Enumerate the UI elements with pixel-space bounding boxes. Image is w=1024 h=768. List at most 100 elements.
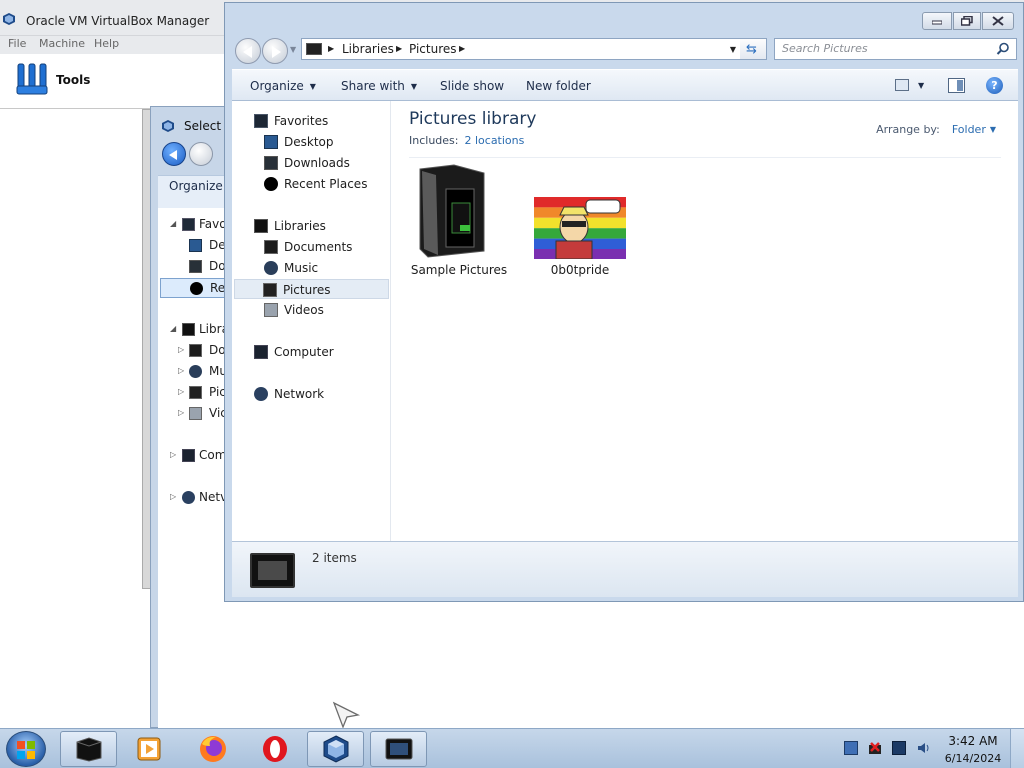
minimize-button[interactable] <box>922 12 952 30</box>
clock-time[interactable]: 3:42 AM <box>946 734 1000 748</box>
pictures-explorer-window: ▼ ▶ Libraries ▶ Pictures ▶ ▼ ⇆ Search Pi… <box>224 2 1024 602</box>
restore-button[interactable] <box>953 12 981 30</box>
videos-icon <box>189 407 202 420</box>
opera-icon <box>262 736 287 762</box>
taskbar-media-player[interactable] <box>120 731 177 767</box>
nav-desktop[interactable]: Desktop <box>234 132 389 152</box>
nav-libraries[interactable]: Libraries <box>234 216 389 236</box>
address-dropdown-icon[interactable]: ▼ <box>730 45 736 54</box>
file-name: 0b0tpride <box>550 263 610 277</box>
music-icon <box>264 261 278 275</box>
organize-button[interactable]: Organize ▼ <box>250 79 316 93</box>
videos-icon <box>264 303 278 317</box>
share-with-button[interactable]: Share with ▼ <box>341 79 417 93</box>
arrange-by-dropdown[interactable]: Folder <box>952 123 986 136</box>
breadcrumb-separator-icon[interactable]: ▶ <box>328 44 334 53</box>
tree-item-label: Netv <box>199 490 228 504</box>
taskbar: 3:42 AM 6/14/2024 <box>0 728 1024 768</box>
breadcrumb-pictures[interactable]: Pictures <box>409 42 457 56</box>
breadcrumb-separator-icon[interactable]: ▶ <box>459 44 465 53</box>
nav-label: Favorites <box>274 114 329 128</box>
nav-pictures[interactable]: Pictures <box>234 279 389 299</box>
nav-recent-places[interactable]: Recent Places <box>234 174 389 194</box>
share-with-label: Share with <box>341 79 405 93</box>
file-list-area[interactable]: Pictures library Includes: 2 locations Ar… <box>391 101 1018 541</box>
menu-help[interactable]: Help <box>94 37 119 50</box>
details-pane: 2 items <box>232 541 1018 597</box>
nav-computer[interactable]: Computer <box>234 342 389 362</box>
clock-date[interactable]: 6/14/2024 <box>940 752 1006 765</box>
nav-favorites[interactable]: Favorites <box>234 111 389 131</box>
menu-machine[interactable]: Machine <box>39 37 85 50</box>
back-button[interactable] <box>162 142 186 166</box>
start-button[interactable] <box>6 731 46 767</box>
vbox-tools-item[interactable]: Tools <box>0 54 225 109</box>
nav-documents[interactable]: Documents <box>234 237 389 257</box>
image-thumbnail-icon <box>534 197 626 259</box>
search-icon[interactable] <box>996 42 1010 56</box>
music-icon <box>189 365 202 378</box>
back-button[interactable] <box>235 38 261 64</box>
expand-arrow-icon[interactable]: ▷ <box>170 492 176 501</box>
search-placeholder: Search Pictures <box>782 42 868 55</box>
recent-pages-icon[interactable]: ▼ <box>290 45 296 54</box>
close-icon <box>992 16 1004 26</box>
tree-item-label: Com <box>199 448 227 462</box>
expand-arrow-icon[interactable]: ▷ <box>178 366 184 375</box>
locations-link[interactable]: 2 locations <box>464 134 524 147</box>
help-icon[interactable]: ? <box>986 77 1003 94</box>
nav-network[interactable]: Network <box>234 384 389 404</box>
expand-arrow-icon[interactable]: ▷ <box>178 408 184 417</box>
preview-pane-icon[interactable] <box>948 78 965 93</box>
taskbar-virtualbox[interactable] <box>307 731 364 767</box>
taskbar-firefox[interactable] <box>184 731 241 767</box>
refresh-button[interactable]: ⇆ <box>740 38 767 60</box>
collapse-arrow-icon[interactable]: ◢ <box>170 219 176 228</box>
breadcrumb-libraries[interactable]: Libraries <box>342 42 394 56</box>
computer-icon <box>254 345 268 359</box>
dropdown-arrow-icon: ▼ <box>309 82 316 91</box>
volume-icon[interactable] <box>916 741 930 755</box>
file-item-0b0tpride[interactable]: 0b0tpride <box>525 163 635 283</box>
tree-item-label: Re <box>210 281 226 295</box>
pictures-icon <box>263 283 277 297</box>
display-icon[interactable] <box>892 741 906 755</box>
navigation-pane: Favorites Desktop Downloads Recent Place… <box>232 101 391 541</box>
address-bar[interactable]: ▶ Libraries ▶ Pictures ▶ ▼ <box>301 38 741 60</box>
organize-label: Organize <box>250 79 304 93</box>
expand-arrow-icon[interactable]: ▷ <box>170 450 176 459</box>
taskbar-explorer[interactable] <box>60 731 117 767</box>
show-desktop-button[interactable] <box>1010 729 1024 768</box>
forward-button[interactable] <box>189 142 213 166</box>
tree-item-label: Favo <box>199 217 227 231</box>
change-view-icon[interactable] <box>895 79 909 91</box>
dropdown-arrow-icon[interactable]: ▼ <box>990 125 996 134</box>
taskbar-opera[interactable] <box>246 731 303 767</box>
nav-music[interactable]: Music <box>234 258 389 278</box>
breadcrumb-separator-icon[interactable]: ▶ <box>396 44 402 53</box>
nav-label: Pictures <box>283 283 331 297</box>
virtualbox-vm-icon <box>385 738 412 760</box>
network-disconnected-icon[interactable] <box>868 741 882 755</box>
nav-label: Computer <box>274 345 334 359</box>
collapse-arrow-icon[interactable]: ◢ <box>170 324 176 333</box>
expand-arrow-icon[interactable]: ▷ <box>178 387 184 396</box>
menu-file[interactable]: File <box>8 37 26 50</box>
expand-arrow-icon[interactable]: ▷ <box>178 345 184 354</box>
search-box[interactable]: Search Pictures <box>774 38 1017 60</box>
tools-label: Tools <box>56 73 91 87</box>
nav-downloads[interactable]: Downloads <box>234 153 389 173</box>
virtualbox-logo-icon <box>162 120 174 132</box>
new-folder-button[interactable]: New folder <box>526 79 591 93</box>
taskbar-virtualbox-vm[interactable] <box>370 731 427 767</box>
nav-label: Downloads <box>284 156 350 170</box>
organize-button[interactable]: Organize <box>169 179 223 193</box>
file-item-sample-pictures[interactable]: Sample Pictures <box>404 163 514 283</box>
close-button[interactable] <box>982 12 1014 30</box>
forward-button[interactable] <box>262 38 288 64</box>
nav-videos[interactable]: Videos <box>234 300 389 320</box>
view-options-arrow-icon[interactable]: ▼ <box>918 81 924 90</box>
refresh-icon: ⇆ <box>746 42 757 57</box>
slide-show-button[interactable]: Slide show <box>440 79 504 93</box>
action-center-icon[interactable] <box>844 741 858 755</box>
